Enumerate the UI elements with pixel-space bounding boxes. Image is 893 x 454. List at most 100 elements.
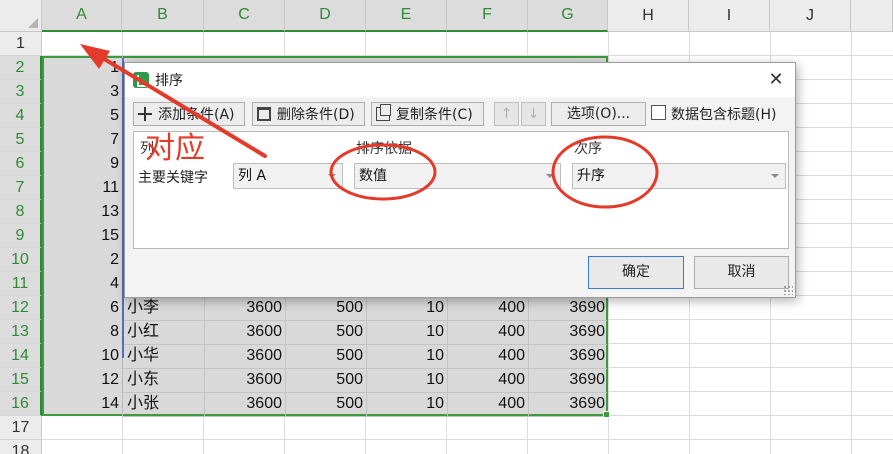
order-select-value: 升序 [577,168,605,184]
column-header-k[interactable] [851,0,893,32]
delete-condition-button[interactable]: 删除条件(D) [252,102,365,126]
app-icon [133,72,149,88]
cell-a2[interactable]: 1 [44,56,122,80]
cell-g14[interactable]: 3690 [528,344,608,368]
row-header-17[interactable]: 17 [0,416,42,440]
row-header-14[interactable]: 14 [0,344,42,368]
row-header-15[interactable]: 15 [0,368,42,392]
row-header-4[interactable]: 4 [0,104,42,128]
cell-a8[interactable]: 13 [44,200,122,224]
row-header-3[interactable]: 3 [0,80,42,104]
close-icon[interactable]: ✕ [765,69,787,91]
cell-e12[interactable]: 10 [366,296,447,320]
column-header-i[interactable]: I [689,0,770,32]
sort-on-header: 排序依据 [356,141,412,157]
cell-e15[interactable]: 10 [366,368,447,392]
cell-f15[interactable]: 400 [447,368,528,392]
move-up-button[interactable]: ↑ [494,102,519,126]
copy-condition-button[interactable]: 复制条件(C) [371,102,484,126]
sort-dialog: 排序 ✕ 添加条件(A) 删除条件(D) 复制条件(C) ↑ ↓ 选项(O)..… [124,62,796,298]
dialog-titlebar[interactable]: 排序 ✕ [125,63,795,97]
row-header-10[interactable]: 10 [0,248,42,272]
cell-a12[interactable]: 6 [44,296,122,320]
order-header: 次序 [574,141,602,157]
row-header-7[interactable]: 7 [0,176,42,200]
resize-grip-icon[interactable] [783,285,793,295]
cell-b16[interactable]: 小张 [124,392,204,416]
chevron-down-icon [546,174,554,178]
cell-b15[interactable]: 小东 [124,368,204,392]
cell-c14[interactable]: 3600 [204,344,285,368]
cell-d12[interactable]: 500 [285,296,366,320]
order-select[interactable]: 升序 [572,163,786,189]
row-header-2[interactable]: 2 [0,56,42,80]
move-down-button[interactable]: ↓ [521,102,546,126]
cell-d14[interactable]: 500 [285,344,366,368]
cell-e13[interactable]: 10 [366,320,447,344]
column-header-d[interactable]: D [285,0,366,32]
cell-b13[interactable]: 小红 [124,320,204,344]
cell-g15[interactable]: 3690 [528,368,608,392]
cell-a15[interactable]: 12 [44,368,122,392]
ok-button[interactable]: 确定 [588,256,684,289]
row-header-6[interactable]: 6 [0,152,42,176]
cell-a13[interactable]: 8 [44,320,122,344]
cell-c15[interactable]: 3600 [204,368,285,392]
column-header-g[interactable]: G [528,0,608,32]
cell-d13[interactable]: 500 [285,320,366,344]
cell-a6[interactable]: 9 [44,152,122,176]
cell-a16[interactable]: 14 [44,392,122,416]
cell-g12[interactable]: 3690 [528,296,608,320]
column-header-a[interactable]: A [42,0,122,32]
cell-b12[interactable]: 小李 [124,296,204,320]
header-checkbox[interactable] [651,105,666,120]
cell-a5[interactable]: 7 [44,128,122,152]
row-header-1[interactable]: 1 [0,32,42,56]
cell-a7[interactable]: 11 [44,176,122,200]
cell-a9[interactable]: 15 [44,224,122,248]
row-header-11[interactable]: 11 [0,272,42,296]
row-header-8[interactable]: 8 [0,200,42,224]
cancel-button[interactable]: 取消 [694,256,789,289]
row-header-16[interactable]: 16 [0,392,42,416]
sort-on-select[interactable]: 数值 [354,163,561,189]
column-header-c[interactable]: C [204,0,285,32]
cell-a10[interactable]: 2 [44,248,122,272]
sort-on-select-value: 数值 [359,168,387,184]
annotation-text: 对应 [145,131,205,166]
cell-b14[interactable]: 小华 [124,344,204,368]
cell-c16[interactable]: 3600 [204,392,285,416]
cell-a4[interactable]: 5 [44,104,122,128]
cell-d16[interactable]: 500 [285,392,366,416]
cell-d15[interactable]: 500 [285,368,366,392]
select-all-corner[interactable] [0,0,42,32]
column-header-f[interactable]: F [447,0,528,32]
cell-a3[interactable]: 3 [44,80,122,104]
row-header-12[interactable]: 12 [0,296,42,320]
cell-g13[interactable]: 3690 [528,320,608,344]
cell-f12[interactable]: 400 [447,296,528,320]
cell-g16[interactable]: 3690 [528,392,608,416]
cell-a11[interactable]: 4 [44,272,122,296]
cell-f16[interactable]: 400 [447,392,528,416]
row-header-5[interactable]: 5 [0,128,42,152]
cell-e16[interactable]: 10 [366,392,447,416]
column-header-h[interactable]: H [608,0,689,32]
delete-condition-label: 删除条件(D) [277,107,355,123]
fill-handle[interactable] [603,411,610,418]
cell-e14[interactable]: 10 [366,344,447,368]
row-header-13[interactable]: 13 [0,320,42,344]
cell-c13[interactable]: 3600 [204,320,285,344]
cell-c12[interactable]: 3600 [204,296,285,320]
options-button[interactable]: 选项(O)... [551,102,646,126]
row-header-18[interactable]: 18 [0,440,42,454]
column-header-e[interactable]: E [366,0,447,32]
column-header-b[interactable]: B [122,0,204,32]
header-checkbox-label: 数据包含标题(H) [671,107,777,123]
cell-a14[interactable]: 10 [44,344,122,368]
cell-f13[interactable]: 400 [447,320,528,344]
column-header-j[interactable]: J [770,0,851,32]
column-select[interactable]: 列 A [233,163,343,189]
row-header-9[interactable]: 9 [0,224,42,248]
cell-f14[interactable]: 400 [447,344,528,368]
